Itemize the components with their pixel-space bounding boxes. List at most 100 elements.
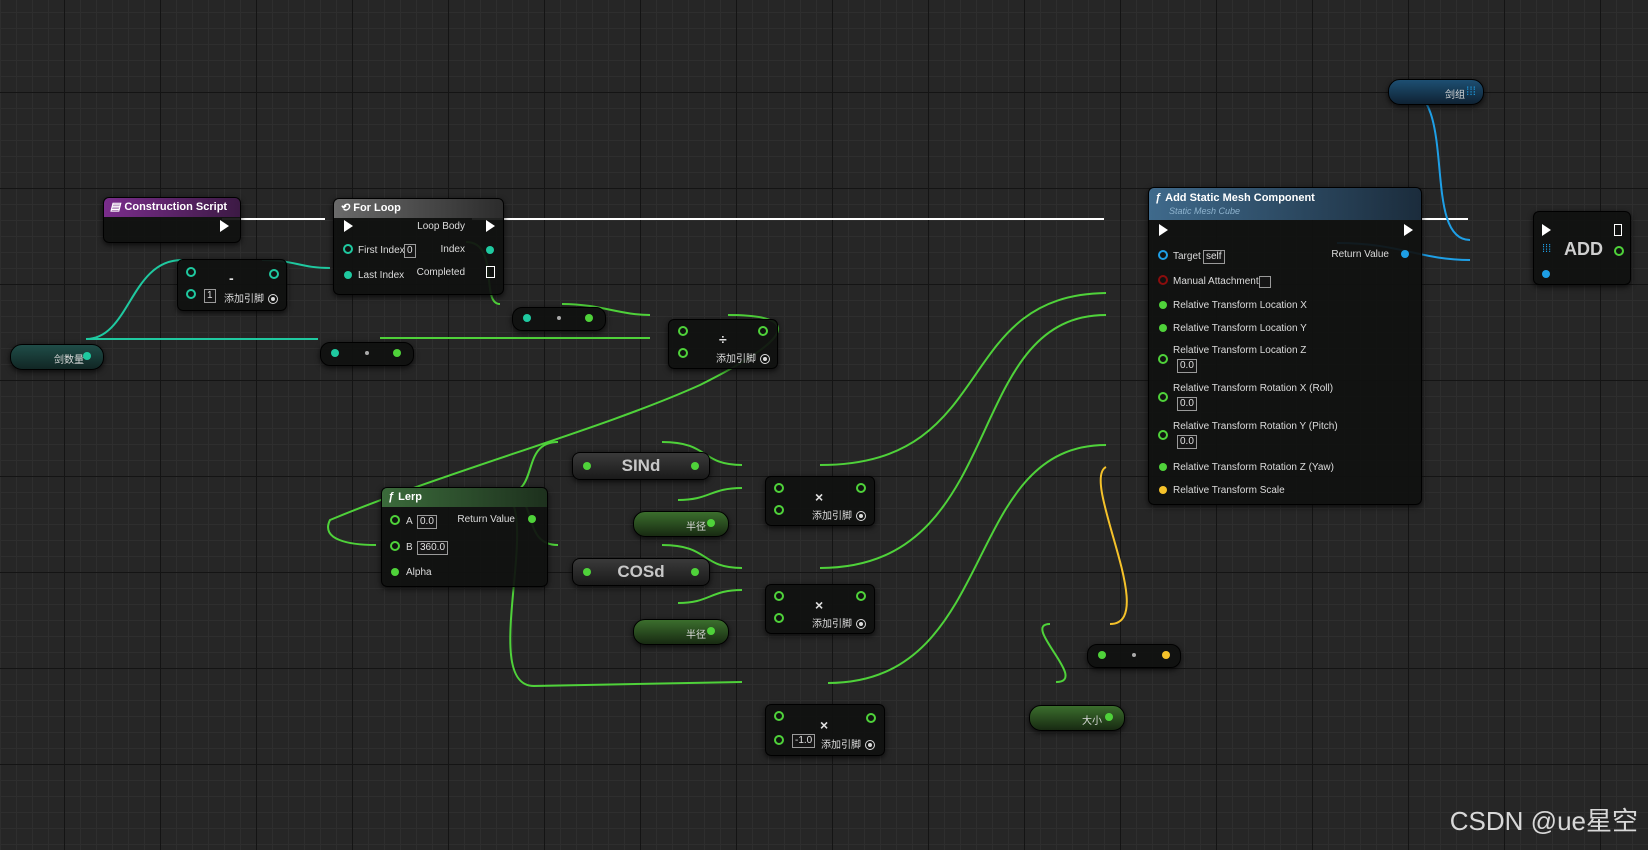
radius-variable-2[interactable]: 半径: [633, 619, 729, 645]
add-static-mesh-subtitle: Static Mesh Cube: [1169, 206, 1241, 216]
multiply-sin-output-pin[interactable]: [856, 483, 866, 493]
divide-input-a-pin[interactable]: [678, 326, 688, 336]
multiply-negate-value[interactable]: -1.0: [792, 734, 816, 748]
multiply-negate-add-pin-button[interactable]: 添加引脚: [821, 736, 875, 751]
cosd-out-pin[interactable]: [691, 568, 699, 576]
exec-in-pin[interactable]: [1542, 224, 1551, 236]
radius-label-1: 半径: [686, 522, 706, 533]
radius-out-pin-1[interactable]: [707, 519, 715, 527]
cosd-in-pin[interactable]: [583, 568, 591, 576]
return-value-pin[interactable]: [1401, 250, 1409, 258]
scale-pin[interactable]: [1159, 486, 1167, 494]
size-out-pin[interactable]: [1105, 713, 1113, 721]
multiply-cos-add-pin-button[interactable]: 添加引脚: [812, 615, 866, 630]
subtract-input-b-pin[interactable]: [186, 289, 196, 299]
multiply-sin-node[interactable]: × 添加引脚: [765, 476, 875, 526]
for-loop-node[interactable]: ⟲ For Loop Loop Body First Index 0 Index …: [333, 198, 504, 295]
rotation-z-label: Relative Transform Rotation Z (Yaw): [1173, 462, 1334, 473]
multiply-sin-add-pin-button[interactable]: 添加引脚: [812, 507, 866, 522]
vector-conversion-out-pin[interactable]: [1162, 651, 1170, 659]
last-index-pin[interactable]: [344, 271, 352, 279]
multiply-cos-output-pin[interactable]: [856, 591, 866, 601]
location-z-value[interactable]: 0.0: [1177, 359, 1197, 373]
multiply-cos-operator: ×: [815, 597, 824, 613]
conversion-out-pin[interactable]: [393, 349, 401, 357]
manual-attachment-pin[interactable]: [1158, 275, 1168, 285]
sword-array-variable[interactable]: 剑组 ⁞⁞⁞: [1388, 79, 1484, 105]
lerp-a-pin[interactable]: [390, 515, 400, 525]
sind-out-pin[interactable]: [691, 462, 699, 470]
subtract-value[interactable]: 1: [204, 289, 216, 303]
multiply-negate-input-b-pin[interactable]: [774, 735, 784, 745]
location-z-pin[interactable]: [1158, 354, 1168, 364]
manual-attachment-checkbox[interactable]: [1259, 276, 1271, 288]
exec-out-pin[interactable]: [1614, 224, 1622, 236]
rotation-z-pin[interactable]: [1159, 463, 1167, 471]
add-static-mesh-component-node[interactable]: ƒ Add Static Mesh Component Static Mesh C…: [1148, 187, 1422, 505]
multiply-cos-input-a-pin[interactable]: [774, 591, 784, 601]
array-add-return-pin[interactable]: [1614, 246, 1624, 256]
sind-node[interactable]: SINd: [572, 452, 710, 480]
vector-conversion-node[interactable]: [1087, 644, 1181, 668]
multiply-negate-node[interactable]: × -1.0 添加引脚: [765, 704, 885, 756]
divide-node[interactable]: ÷ 添加引脚: [668, 319, 778, 369]
sword-count-variable[interactable]: 剑数量: [10, 344, 104, 370]
radius-out-pin-2[interactable]: [707, 627, 715, 635]
multiply-cos-node[interactable]: × 添加引脚: [765, 584, 875, 634]
completed-pin[interactable]: [486, 266, 495, 278]
vector-wire: [1099, 466, 1128, 625]
first-index-value[interactable]: 0: [404, 244, 416, 258]
array-add-item-pin[interactable]: [1542, 270, 1550, 278]
sword-count-out-pin[interactable]: [83, 352, 91, 360]
location-x-pin[interactable]: [1159, 301, 1167, 309]
construction-script-node[interactable]: ▤ Construction Script: [103, 197, 241, 243]
subtract-input-a-pin[interactable]: [186, 267, 196, 277]
lerp-alpha-pin[interactable]: [391, 568, 399, 576]
cosd-node[interactable]: COSd: [572, 558, 710, 586]
vector-conversion-in-pin[interactable]: [1098, 651, 1106, 659]
divide-input-b-pin[interactable]: [678, 348, 688, 358]
rotation-y-pin[interactable]: [1158, 430, 1168, 440]
divide-add-pin-button[interactable]: 添加引脚: [716, 350, 770, 365]
cosd-label: COSd: [617, 562, 665, 581]
exec-in-pin[interactable]: [344, 220, 353, 232]
lerp-return-pin[interactable]: [528, 515, 536, 523]
rotation-y-value[interactable]: 0.0: [1177, 435, 1197, 449]
index-pin[interactable]: [486, 246, 494, 254]
last-index-label: Last Index: [358, 270, 405, 281]
subtract-add-pin-button[interactable]: 添加引脚: [224, 290, 278, 305]
first-index-pin[interactable]: [343, 244, 353, 254]
conversion-in-pin[interactable]: [331, 349, 339, 357]
target-value[interactable]: self: [1203, 250, 1225, 264]
multiply-cos-input-b-pin[interactable]: [774, 613, 784, 623]
multiply-negate-input-a-pin[interactable]: [774, 711, 784, 721]
array-add-node[interactable]: ⁞⁞⁞ ADD: [1533, 211, 1631, 285]
subtract-output-pin[interactable]: [269, 269, 279, 279]
lerp-node[interactable]: ƒ Lerp A 0.0 Return Value B 360.0 Alpha: [381, 487, 548, 587]
divide-output-pin[interactable]: [758, 326, 768, 336]
target-pin[interactable]: [1158, 250, 1168, 260]
multiply-negate-output-pin[interactable]: [866, 713, 876, 723]
lerp-b-value[interactable]: 360.0: [417, 541, 449, 555]
sind-in-pin[interactable]: [583, 462, 591, 470]
rotation-x-value[interactable]: 0.0: [1177, 397, 1197, 411]
index-conversion-node[interactable]: [512, 307, 606, 331]
subtract-node[interactable]: - 1 添加引脚: [177, 259, 287, 311]
multiply-sin-input-a-pin[interactable]: [774, 483, 784, 493]
rotation-x-pin[interactable]: [1158, 392, 1168, 402]
multiply-sin-input-b-pin[interactable]: [774, 505, 784, 515]
index-conversion-out-pin[interactable]: [585, 314, 593, 322]
index-label: Index: [440, 244, 465, 255]
index-conversion-in-pin[interactable]: [523, 314, 531, 322]
exec-out-pin[interactable]: [1404, 224, 1413, 236]
size-variable[interactable]: 大小: [1029, 705, 1125, 731]
loop-body-pin[interactable]: [486, 220, 495, 232]
lerp-a-value[interactable]: 0.0: [417, 515, 437, 529]
location-y-pin[interactable]: [1159, 324, 1167, 332]
lerp-b-pin[interactable]: [390, 541, 400, 551]
radius-variable-1[interactable]: 半径: [633, 511, 729, 537]
exec-out-pin[interactable]: [220, 220, 229, 232]
exec-in-pin[interactable]: [1159, 224, 1168, 236]
conversion-node[interactable]: [320, 342, 414, 366]
location-x-label: Relative Transform Location X: [1173, 300, 1307, 311]
